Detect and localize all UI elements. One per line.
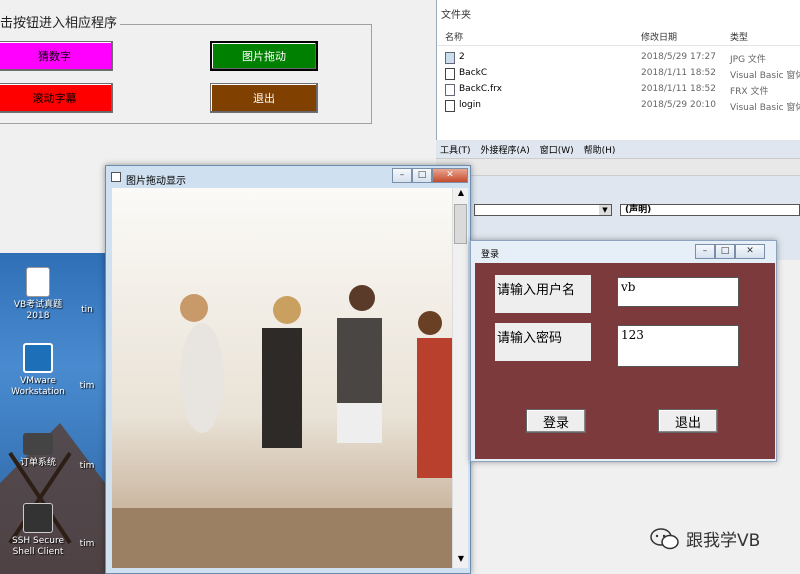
exit-button[interactable]: 退出 bbox=[658, 409, 718, 433]
close-icon[interactable]: ✕ bbox=[735, 244, 765, 259]
partial-icon-label[interactable]: tim bbox=[72, 461, 102, 472]
menu-addins[interactable]: 外接程序(A) bbox=[481, 143, 530, 156]
login-button[interactable]: 登录 bbox=[526, 409, 586, 433]
object-combo[interactable]: ▼ bbox=[474, 204, 612, 216]
partial-icon-label[interactable]: tim bbox=[72, 539, 102, 550]
document-icon bbox=[26, 267, 50, 297]
explorer-title: 文件夹 bbox=[441, 10, 471, 21]
frame-title: 击按钮进入相应程序 bbox=[0, 12, 121, 31]
vb-form-icon bbox=[445, 100, 455, 112]
vb-form-icon bbox=[445, 68, 455, 80]
ssh-icon bbox=[23, 503, 53, 533]
vertical-scrollbar[interactable]: ▲ ▼ bbox=[452, 188, 468, 568]
picture-drag-window: 图片拖动显示 – □ ✕ ▲ ▼ bbox=[105, 165, 471, 574]
file-icon bbox=[445, 84, 455, 96]
exit-button[interactable]: 退出 bbox=[210, 83, 318, 113]
draggable-picture[interactable] bbox=[112, 188, 452, 568]
guess-number-button[interactable]: 猜数字 bbox=[0, 41, 113, 71]
close-icon[interactable]: ✕ bbox=[432, 168, 468, 183]
maximize-icon[interactable]: □ bbox=[412, 168, 432, 183]
scrollbar-thumb[interactable] bbox=[454, 204, 467, 244]
file-row[interactable]: BackC 2018/1/11 18:52 Visual Basic 窗体 bbox=[437, 66, 800, 82]
watermark-text: 跟我学VB bbox=[686, 531, 761, 551]
image-file-icon bbox=[445, 52, 455, 64]
window-controls: – □ ✕ bbox=[695, 244, 765, 259]
column-header: 名称 修改日期 类型 bbox=[437, 24, 800, 46]
desktop: VB考试真题 2018 VMware Workstation 订单系统 SSH … bbox=[0, 253, 105, 574]
picture-drag-button[interactable]: 图片拖动 bbox=[210, 41, 318, 71]
file-row[interactable]: 2 2018/5/29 17:27 JPG 文件 bbox=[437, 50, 800, 66]
column-name[interactable]: 名称 bbox=[445, 30, 463, 43]
password-input[interactable]: 123 bbox=[617, 325, 739, 367]
scroll-up-icon[interactable]: ▲ bbox=[454, 188, 468, 202]
partial-icon-label[interactable]: tim bbox=[72, 381, 102, 392]
window-title: 图片拖动显示 bbox=[126, 176, 186, 187]
chevron-down-icon[interactable]: ▼ bbox=[599, 205, 611, 215]
menu-tools[interactable]: 工具(T) bbox=[440, 143, 471, 156]
minimize-icon[interactable]: – bbox=[392, 168, 412, 183]
scrolling-text-button[interactable]: 滚动字幕 bbox=[0, 83, 113, 113]
jumping-people-photo bbox=[112, 188, 452, 568]
desktop-icon-orders[interactable]: 订单系统 bbox=[8, 433, 68, 469]
column-date[interactable]: 修改日期 bbox=[641, 30, 677, 43]
watermark: 跟我学VB bbox=[650, 526, 760, 551]
scroll-down-icon[interactable]: ▼ bbox=[454, 554, 468, 568]
vmware-icon bbox=[23, 343, 53, 373]
menu-window[interactable]: 窗口(W) bbox=[540, 143, 574, 156]
login-window: 登录 – □ ✕ 请输入用户名 vb 请输入密码 123 登录 退出 bbox=[470, 240, 777, 462]
video-icon bbox=[23, 433, 53, 455]
login-form-body: 请输入用户名 vb 请输入密码 123 登录 退出 bbox=[475, 263, 775, 459]
column-type[interactable]: 类型 bbox=[730, 30, 748, 43]
ide-toolbar bbox=[436, 158, 800, 176]
procedure-combo[interactable]: (声明) bbox=[620, 204, 800, 216]
window-title: 登录 bbox=[481, 250, 500, 260]
partial-icon-label[interactable]: tin bbox=[72, 305, 102, 316]
username-label: 请输入用户名 bbox=[495, 275, 591, 313]
minimize-icon[interactable]: – bbox=[695, 244, 715, 259]
desktop-icon-vb-exam[interactable]: VB考试真题 2018 bbox=[8, 267, 68, 322]
main-form-window: 击按钮进入相应程序 猜数字 图片拖动 滚动字幕 退出 bbox=[0, 0, 436, 165]
desktop-icon-vmware[interactable]: VMware Workstation bbox=[8, 343, 68, 398]
wechat-icon bbox=[650, 527, 679, 549]
file-row[interactable]: BackC.frx 2018/1/11 18:52 FRX 文件 bbox=[437, 82, 800, 98]
window-controls: – □ ✕ bbox=[392, 168, 468, 183]
desktop-icon-ssh[interactable]: SSH Secure Shell Client bbox=[8, 503, 68, 558]
ide-menubar: 工具(T) 外接程序(A) 窗口(W) 帮助(H) bbox=[440, 143, 615, 156]
file-explorer: 文件夹 名称 修改日期 类型 2 2018/5/29 17:27 JPG 文件 … bbox=[436, 0, 800, 150]
menu-help[interactable]: 帮助(H) bbox=[584, 143, 616, 156]
window-app-icon bbox=[111, 172, 121, 182]
password-label: 请输入密码 bbox=[495, 323, 591, 361]
file-row[interactable]: login 2018/5/29 20:10 Visual Basic 窗体 bbox=[437, 98, 800, 114]
username-input[interactable]: vb bbox=[617, 277, 739, 307]
maximize-icon[interactable]: □ bbox=[715, 244, 735, 259]
